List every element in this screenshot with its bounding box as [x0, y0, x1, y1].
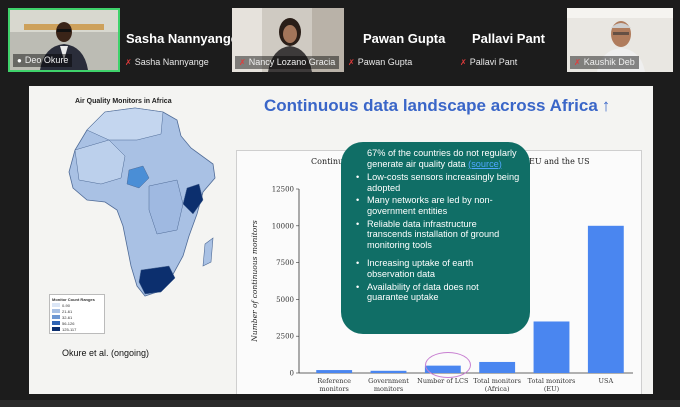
callout-bullet: Many networks are led by non-government … — [353, 195, 522, 216]
x-tick-label: Reference — [317, 377, 351, 385]
participant-name: Pallavi Pant — [469, 57, 518, 67]
legend-row: 125-117 — [52, 326, 102, 332]
y-tick-label: 12500 — [272, 186, 294, 194]
mic-muted-icon: ✗ — [125, 57, 132, 67]
region-central — [148, 179, 184, 235]
legend-label: 21-61 — [62, 308, 73, 314]
mic-muted-icon: ✗ — [574, 58, 581, 67]
africa-map — [68, 107, 216, 297]
region-madagascar — [202, 237, 214, 267]
bottom-bar — [0, 400, 680, 407]
x-tick-label: monitors — [320, 385, 349, 393]
slide-title: Continuous data landscape across Africa ↑ — [264, 96, 610, 116]
participant-name: Nancy Lozano Gracia — [248, 57, 336, 67]
callout-bullet: Reliable data infrastructure transcends … — [353, 219, 522, 251]
participant-name: Deo Okure — [24, 55, 69, 65]
y-tick-label: 2500 — [276, 333, 294, 341]
x-tick-label: Total monitors — [528, 377, 576, 385]
y-tick-label: 10000 — [272, 222, 294, 230]
bar-3 — [479, 361, 516, 373]
bar-4 — [533, 321, 570, 373]
callout-intro: 67% of the countries do not regularly ge… — [353, 148, 522, 169]
x-tick-label: (EU) — [544, 385, 560, 393]
shared-slide: Continuous data landscape across Africa ↑… — [29, 86, 653, 394]
mic-muted-icon: ✗ — [348, 57, 355, 67]
map-legend: Monitor Count Ranges 0-90 21-61 32-61 56… — [49, 294, 105, 334]
arrow-up-icon: ↑ — [601, 96, 611, 115]
participant-tile-deo[interactable]: ● Deo Okure — [8, 8, 120, 72]
callout-bullet: Availability of data does not guarantee … — [353, 282, 522, 303]
x-tick-label: Government — [368, 377, 409, 385]
tile-name-tag: ● Deo Okure — [13, 54, 73, 67]
x-tick-label: Number of LCS — [417, 377, 468, 385]
callout-box: 67% of the countries do not regularly ge… — [341, 142, 530, 334]
meeting-window: { "participants": { "deo": {"name": "Deo… — [0, 0, 680, 407]
participant-name: Kaushik Deb — [583, 57, 635, 67]
region-north — [86, 107, 164, 141]
source-link[interactable]: (source) — [468, 159, 502, 169]
tile-name-tag: ✗ Pallavi Pant — [460, 57, 517, 67]
y-tick-label: 0 — [290, 370, 294, 378]
y-tick-label: 7500 — [276, 259, 294, 267]
participant-tile-nancy[interactable]: ✗ Nancy Lozano Gracia — [232, 8, 344, 72]
participant-name: Sasha Nannyange — [134, 57, 209, 67]
legend-label: 56-126 — [62, 320, 75, 326]
y-tick-label: 5000 — [276, 296, 294, 304]
participant-display-name: Sasha Nannyange — [126, 31, 238, 46]
participant-strip: ● Deo Okure Sasha Nannyange ✗ Sasha Nann… — [0, 0, 680, 78]
legend-label: 32-61 — [62, 314, 73, 320]
x-tick-label: monitors — [374, 385, 403, 393]
x-tick-label: (Africa) — [485, 385, 510, 393]
region-south-africa — [138, 265, 176, 295]
map-legend-title: Monitor Count Ranges — [52, 297, 95, 302]
legend-label: 125-117 — [62, 326, 77, 332]
callout-bullet: Low-costs sensors increasingly being ado… — [353, 172, 522, 193]
tile-name-tag: ✗ Nancy Lozano Gracia — [235, 56, 340, 69]
callout-list: Low-costs sensors increasingly being ado… — [353, 172, 522, 303]
x-tick-label: Total monitors — [473, 377, 521, 385]
slide-title-text: Continuous data landscape across Africa — [264, 96, 598, 115]
x-tick-label: USA — [599, 377, 614, 385]
participant-display-name: Pallavi Pant — [472, 31, 545, 46]
map-title: Air Quality Monitors in Africa — [75, 98, 172, 105]
highlight-ring — [425, 352, 471, 378]
legend-label: 0-90 — [62, 302, 71, 308]
mic-icon: ● — [17, 56, 22, 65]
mic-muted-icon: ✗ — [460, 57, 467, 67]
y-axis-label: Number of continuous monitors — [250, 220, 259, 343]
tile-name-tag: ✗ Kaushik Deb — [570, 56, 639, 69]
bar-1 — [370, 370, 407, 373]
bar-0 — [316, 370, 353, 373]
tile-name-tag: ✗ Sasha Nannyange — [125, 57, 209, 67]
citation: Okure et al. (ongoing) — [62, 348, 150, 358]
mic-muted-icon: ✗ — [239, 58, 246, 67]
tile-name-tag: ✗ Pawan Gupta — [348, 57, 412, 67]
participant-display-name: Pawan Gupta — [363, 31, 446, 46]
participant-name: Pawan Gupta — [357, 57, 413, 67]
callout-bullet: Increasing uptake of earth observation d… — [353, 258, 522, 279]
participant-tile-kaushik[interactable]: ✗ Kaushik Deb — [567, 8, 673, 72]
bar-5 — [587, 225, 624, 373]
